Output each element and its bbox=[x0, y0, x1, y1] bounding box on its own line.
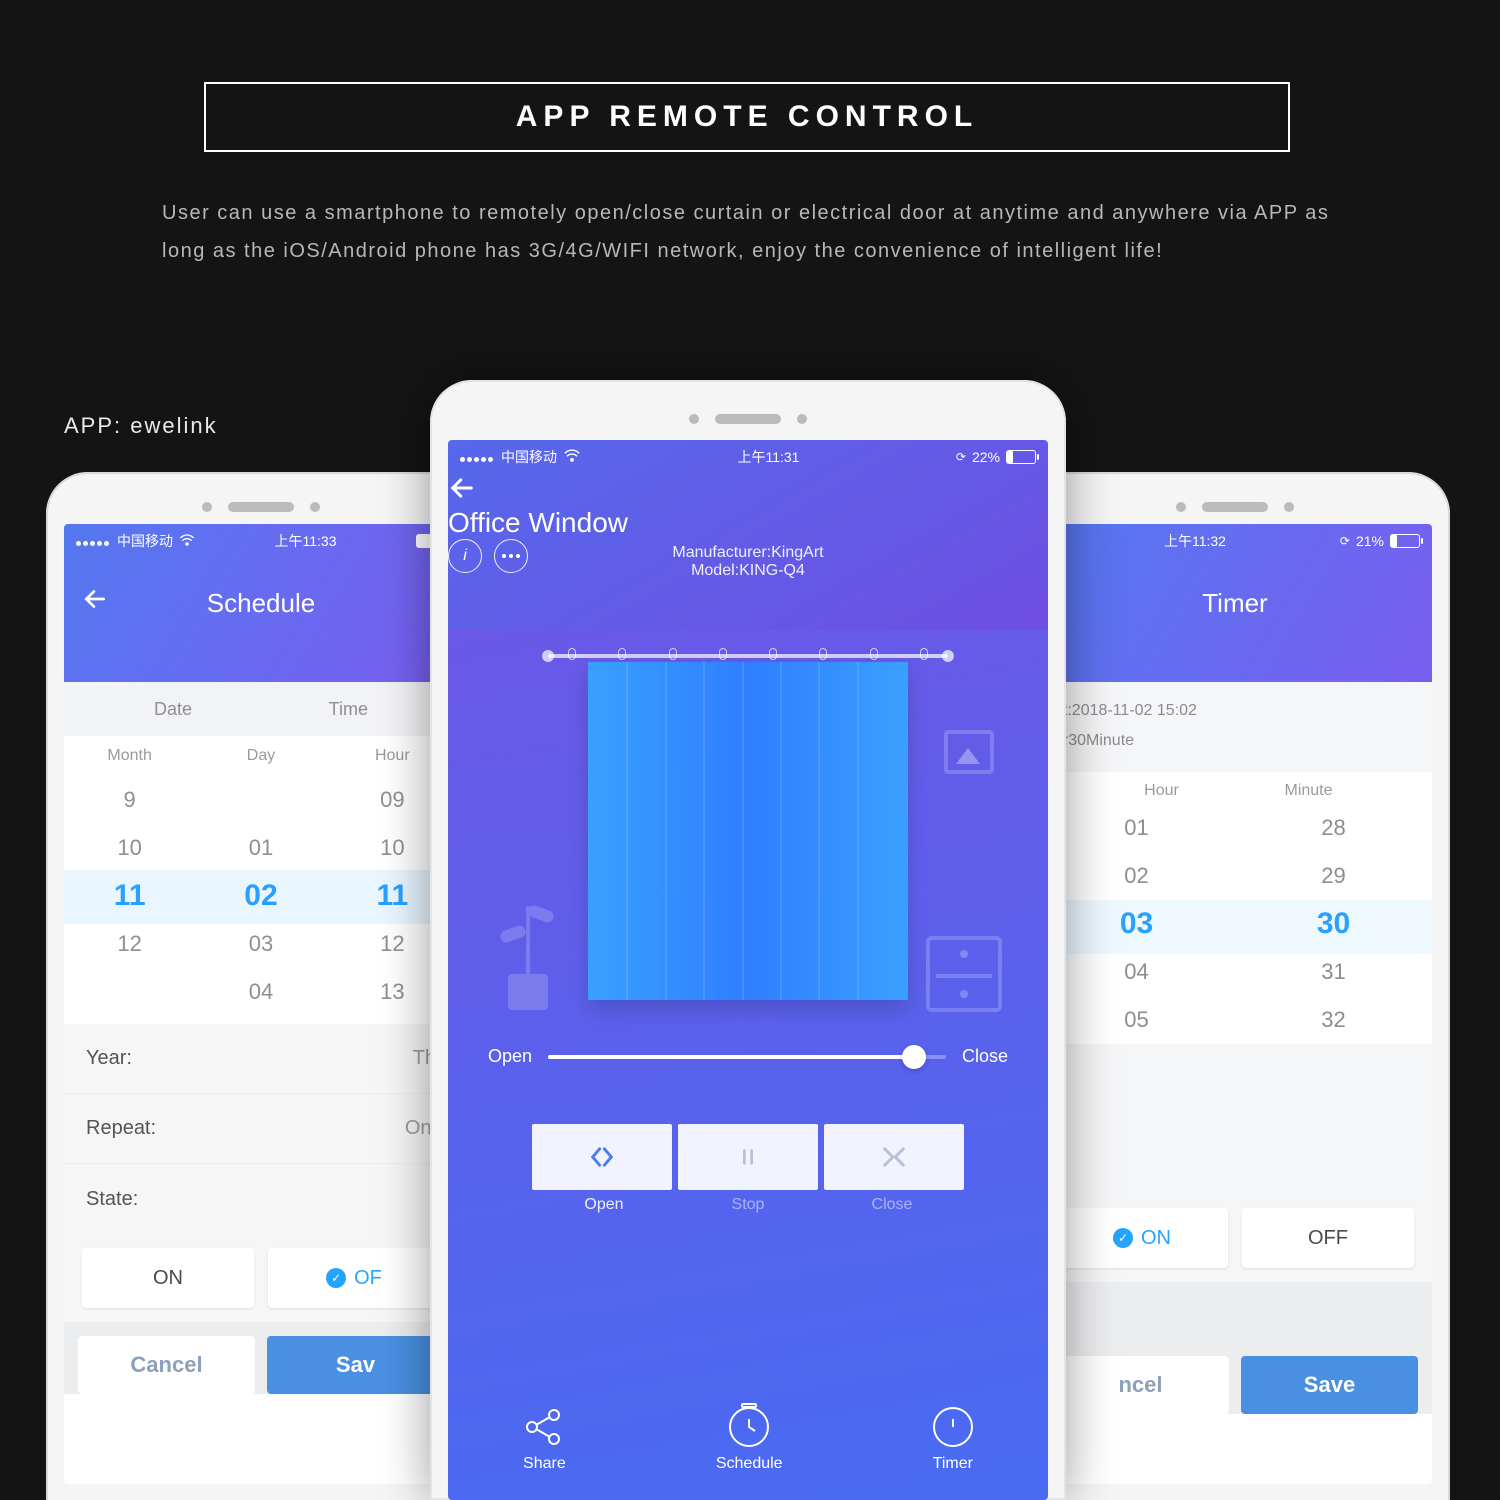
timer-icon bbox=[933, 1407, 973, 1447]
check-icon: ✓ bbox=[326, 1268, 346, 1288]
status-time: 上午11:31 bbox=[737, 447, 799, 467]
carrier: 中国移动 bbox=[501, 447, 557, 467]
check-icon: ✓ bbox=[1113, 1228, 1133, 1248]
phone-timer: 上午11:32 ⟳ 21% Timer at:2018-11-02 15:02 … bbox=[1020, 472, 1450, 1500]
status-time: 上午11:33 bbox=[275, 531, 337, 551]
phone-control: 中国移动 上午11:31 ⟳ 22% Office Window bbox=[430, 380, 1066, 1500]
wifi-icon bbox=[179, 533, 195, 549]
slider-close-label: Close bbox=[962, 1046, 1008, 1067]
slider-open-label: Open bbox=[488, 1046, 532, 1067]
curtain-scene bbox=[508, 640, 988, 1020]
back-icon[interactable] bbox=[82, 586, 108, 620]
rotation-lock-icon: ⟳ bbox=[956, 450, 966, 464]
rotation-lock-icon: ⟳ bbox=[1340, 534, 1350, 548]
picture-icon bbox=[944, 730, 994, 774]
row-year[interactable]: Year: Th bbox=[64, 1024, 458, 1094]
cancel-button[interactable]: Cancel bbox=[78, 1336, 255, 1394]
col-month: Month bbox=[64, 736, 195, 776]
status-bar: 上午11:32 ⟳ 21% bbox=[1038, 524, 1432, 558]
page-title: APP REMOTE CONTROL bbox=[516, 100, 978, 134]
slider-thumb[interactable] bbox=[902, 1045, 926, 1069]
status-bar: 中国移动 上午11:31 ⟳ 22% bbox=[448, 440, 1048, 474]
tab-date[interactable]: Date bbox=[154, 699, 192, 720]
share-icon bbox=[524, 1407, 564, 1447]
date-picker[interactable]: Month 9 10 11 12 Day 01 02 03 04 Hour 09… bbox=[64, 736, 458, 1024]
save-button[interactable]: Save bbox=[1241, 1356, 1418, 1414]
header: 中国移动 上午11:31 ⟳ 22% Office Window bbox=[448, 440, 1048, 630]
time-picker[interactable]: 0128 0229 0330 0431 0532 bbox=[1038, 804, 1432, 1044]
row-state: State: bbox=[64, 1164, 458, 1234]
phone-schedule: 中国移动 上午11:33 Schedule Date Time bbox=[46, 472, 476, 1500]
back-icon[interactable] bbox=[448, 474, 1048, 507]
header: 中国移动 上午11:33 Schedule bbox=[64, 524, 458, 682]
status-time: 上午11:32 bbox=[1164, 531, 1226, 551]
stop-button[interactable] bbox=[678, 1124, 818, 1190]
col-day: Day bbox=[195, 736, 326, 776]
cancel-button[interactable]: ncel bbox=[1052, 1356, 1229, 1414]
save-button[interactable]: Sav bbox=[267, 1336, 444, 1394]
signal-icon bbox=[76, 533, 111, 549]
wifi-icon bbox=[563, 449, 581, 465]
screen-title: Schedule bbox=[108, 588, 414, 619]
col-hour: Hour bbox=[1088, 782, 1235, 800]
row-repeat[interactable]: Repeat: Onl bbox=[64, 1094, 458, 1164]
off-button[interactable]: ✓OF bbox=[268, 1248, 440, 1308]
page-description: User can use a smartphone to remotely op… bbox=[162, 194, 1332, 270]
nav-timer[interactable]: Timer bbox=[933, 1407, 973, 1473]
on-button[interactable]: ON bbox=[82, 1248, 254, 1308]
signal-icon bbox=[460, 449, 495, 465]
clock-icon bbox=[729, 1407, 769, 1447]
tab-time[interactable]: Time bbox=[329, 699, 368, 720]
close-button[interactable] bbox=[824, 1124, 964, 1190]
bottom-nav: Share Schedule Timer bbox=[448, 1380, 1048, 1500]
device-name: Office Window bbox=[448, 507, 1048, 539]
off-button[interactable]: OFF bbox=[1242, 1208, 1414, 1268]
tab-bar: Date Time bbox=[64, 682, 458, 736]
plant-icon bbox=[498, 890, 558, 1010]
status-bar: 中国移动 上午11:33 bbox=[64, 524, 458, 558]
page-title-box: APP REMOTE CONTROL bbox=[204, 82, 1290, 152]
col-minute: Minute bbox=[1235, 782, 1382, 800]
app-name-label: APP: ewelink bbox=[64, 413, 218, 439]
header: 上午11:32 ⟳ 21% Timer bbox=[1038, 524, 1432, 682]
carrier: 中国移动 bbox=[117, 531, 173, 551]
nav-share[interactable]: Share bbox=[523, 1407, 566, 1473]
screen-title: Timer bbox=[1082, 588, 1388, 619]
timer-info: at:2018-11-02 15:02 ur30Minute bbox=[1038, 682, 1432, 772]
nav-schedule[interactable]: Schedule bbox=[716, 1407, 783, 1473]
position-slider[interactable]: Open Close bbox=[488, 1046, 1008, 1067]
dresser-icon bbox=[926, 936, 1002, 1012]
open-button[interactable] bbox=[532, 1124, 672, 1190]
on-button[interactable]: ✓ON bbox=[1056, 1208, 1228, 1268]
slider-track[interactable] bbox=[548, 1055, 946, 1059]
